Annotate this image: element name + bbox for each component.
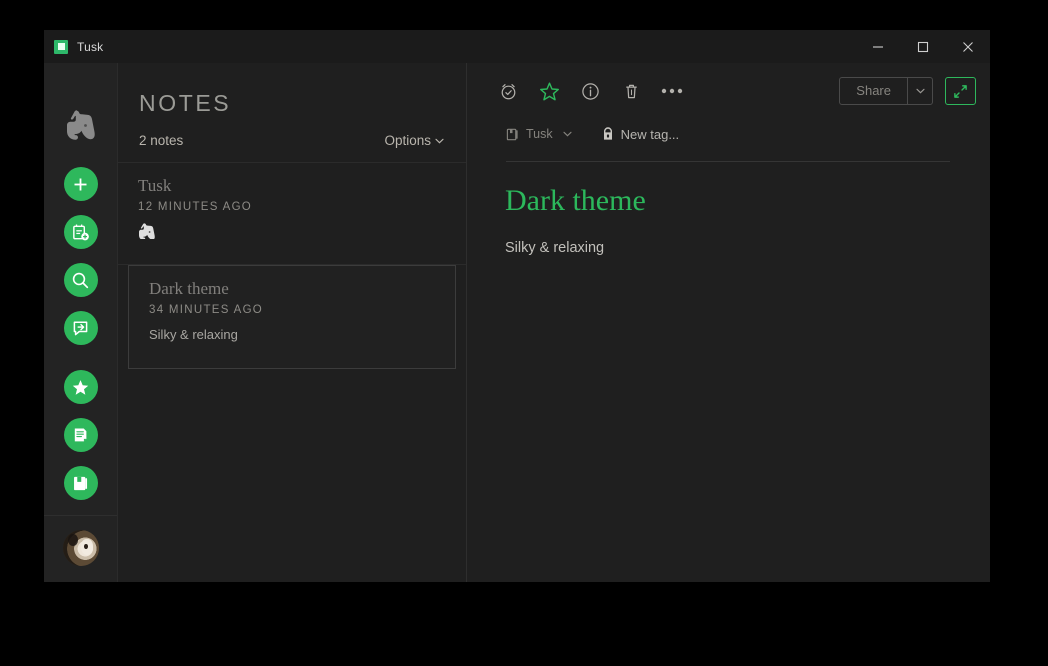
list-item[interactable]: Dark theme 34 MINUTES AGO Silky & relaxi… — [128, 265, 456, 369]
options-label: Options — [384, 133, 431, 148]
sidebar-item-notebooks[interactable] — [64, 466, 98, 500]
page-title: NOTES — [118, 63, 466, 117]
note-date: 12 MINUTES AGO — [138, 201, 448, 213]
notes-list-subbar: 2 notes Options — [118, 117, 466, 148]
note-editor-panel: Share — [467, 63, 990, 582]
share-button[interactable]: Share — [840, 79, 907, 103]
note-title: Tusk — [138, 177, 448, 196]
chevron-down-icon — [435, 138, 444, 144]
maximize-icon[interactable] — [900, 30, 945, 63]
star-icon[interactable] — [532, 74, 566, 108]
editor-toolbar: Share — [467, 63, 990, 119]
sidebar-primary-actions — [64, 167, 98, 345]
alarm-clock-check-icon[interactable] — [491, 74, 525, 108]
notes-list-panel: NOTES 2 notes Options Tusk 12 MINUTES AG… — [118, 63, 467, 582]
sidebar-item-new[interactable] — [64, 167, 98, 201]
sidebar-item-chat[interactable] — [64, 311, 98, 345]
notebook-label: Tusk — [526, 127, 553, 141]
tag-icon — [602, 127, 614, 141]
window-titlebar: Tusk — [44, 30, 990, 63]
sidebar-item-search[interactable] — [64, 263, 98, 297]
notebook-selector[interactable]: Tusk — [506, 127, 572, 141]
sidebar-item-notes[interactable] — [64, 418, 98, 452]
window-title: Tusk — [77, 40, 103, 54]
note-meta-row: Tusk New tag... — [467, 119, 990, 149]
tag-label: New tag... — [621, 127, 680, 142]
add-tag-button[interactable]: New tag... — [602, 127, 680, 142]
evernote-elephant-logo — [63, 107, 99, 143]
notebook-icon — [506, 128, 519, 141]
window-body: NOTES 2 notes Options Tusk 12 MINUTES AG… — [44, 63, 990, 582]
desktop-background: Tusk — [0, 0, 1048, 666]
sidebar-secondary-actions — [64, 370, 98, 500]
note-body-text[interactable]: Silky & relaxing — [467, 219, 990, 256]
user-avatar[interactable] — [63, 530, 99, 566]
note-title: Dark theme — [149, 280, 437, 299]
note-title-heading[interactable]: Dark theme — [467, 162, 990, 219]
note-date: 34 MINUTES AGO — [149, 304, 437, 316]
note-snippet: Silky & relaxing — [149, 327, 437, 342]
minimize-icon[interactable] — [855, 30, 900, 63]
close-icon[interactable] — [945, 30, 990, 63]
window-controls — [855, 30, 990, 63]
titlebar-left: Tusk — [44, 40, 103, 54]
share-chevron-down-icon[interactable] — [907, 78, 932, 104]
tusk-app-icon — [54, 40, 68, 54]
sidebar-item-shortcuts[interactable] — [64, 370, 98, 404]
ellipsis-icon[interactable] — [655, 74, 689, 108]
notebook-chevron-down-icon — [563, 131, 572, 137]
list-item[interactable]: Tusk 12 MINUTES AGO — [118, 163, 466, 265]
trash-icon[interactable] — [614, 74, 648, 108]
tusk-window: Tusk — [44, 30, 990, 582]
elephant-thumbnail — [138, 222, 157, 239]
sidebar-item-new-note[interactable] — [64, 215, 98, 249]
left-sidebar — [44, 63, 118, 582]
info-circle-icon[interactable] — [573, 74, 607, 108]
options-dropdown[interactable]: Options — [384, 133, 444, 148]
notes-count: 2 notes — [139, 133, 183, 148]
sidebar-divider — [44, 515, 117, 516]
expand-arrows-icon[interactable] — [945, 77, 976, 105]
share-button-group: Share — [839, 77, 933, 105]
